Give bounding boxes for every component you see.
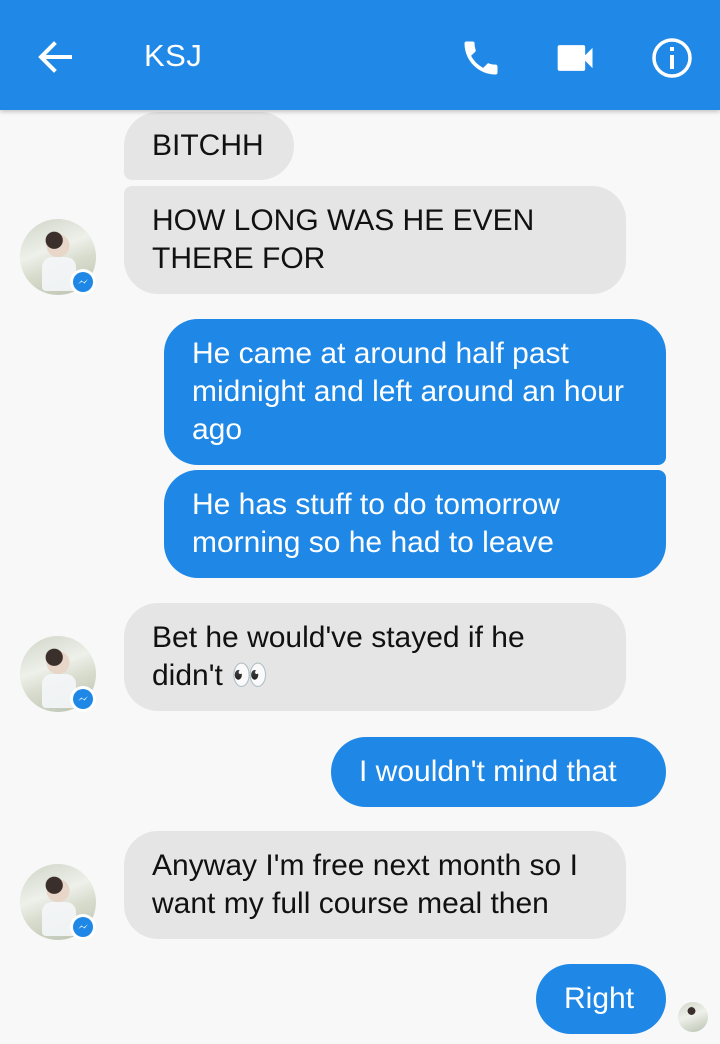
message-text: He came at around half past midnight and…	[192, 337, 624, 446]
call-button[interactable]	[455, 32, 507, 84]
chat-header: KSJ	[0, 0, 720, 110]
message-text: Anyway I'm free next month so I want my …	[152, 849, 578, 920]
incoming-message[interactable]: BITCHH	[124, 112, 294, 180]
outgoing-message[interactable]: Right	[536, 964, 666, 1034]
video-camera-icon	[557, 45, 593, 71]
back-button[interactable]	[30, 32, 80, 82]
incoming-message[interactable]: Bet he would've stayed if he didn't 👀	[124, 603, 626, 711]
message-text: Right	[564, 982, 635, 1015]
outgoing-message[interactable]: He has stuff to do tomorrow morning so h…	[164, 470, 666, 578]
incoming-message[interactable]: Anyway I'm free next month so I want my …	[124, 831, 626, 939]
phone-icon	[464, 41, 498, 75]
message-text: Bet he would've stayed if he didn't 👀	[152, 621, 525, 692]
contact-name[interactable]: KSJ	[144, 36, 202, 76]
contact-avatar[interactable]	[20, 636, 96, 712]
message-text: BITCHH	[152, 129, 264, 162]
info-icon	[652, 38, 692, 78]
video-call-button[interactable]	[550, 32, 602, 84]
outgoing-message[interactable]: I wouldn't mind that	[331, 737, 666, 807]
message-text: I wouldn't mind that	[359, 755, 617, 788]
messenger-badge-icon	[73, 689, 93, 709]
info-button[interactable]	[646, 32, 698, 84]
message-text: He has stuff to do tomorrow morning so h…	[192, 488, 560, 559]
back-arrow-icon	[38, 41, 72, 73]
messenger-badge-icon	[73, 272, 93, 292]
messenger-badge-icon	[73, 917, 93, 937]
outgoing-message[interactable]: He came at around half past midnight and…	[164, 319, 666, 465]
message-text: HOW LONG WAS HE EVEN THERE FOR	[152, 204, 535, 275]
contact-avatar[interactable]	[20, 864, 96, 940]
contact-avatar[interactable]	[20, 219, 96, 295]
incoming-message[interactable]: HOW LONG WAS HE EVEN THERE FOR	[124, 186, 626, 294]
seen-avatar	[678, 1002, 708, 1032]
